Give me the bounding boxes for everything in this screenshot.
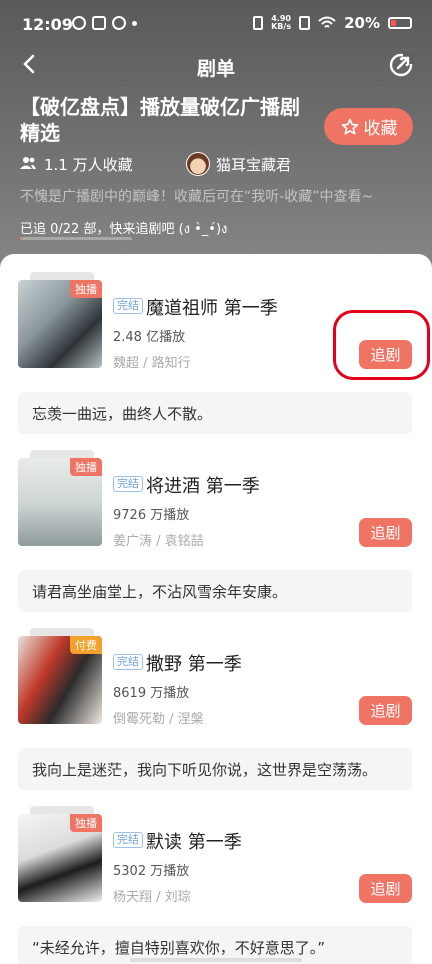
no-sim-icon: [299, 16, 311, 30]
notification-icons: [72, 16, 137, 30]
play-count: 5302 万播放: [113, 864, 190, 879]
completed-badge: 完结: [113, 832, 143, 848]
people-icon: [20, 157, 36, 169]
battery-icon: [388, 17, 412, 29]
cast: 姜广涛 / 袁铭喆: [113, 534, 204, 549]
page-title: 剧单: [196, 58, 235, 80]
sync-icon: [112, 16, 126, 30]
playlist-meta: 1.1 万人收藏 猫耳宝藏君: [20, 152, 420, 176]
battery-percent: 20%: [344, 14, 380, 32]
playlist-title: 【破亿盘点】播放量破亿广播剧精选: [20, 95, 300, 145]
completed-badge: 完结: [113, 298, 143, 314]
wechat-icon: [72, 16, 86, 30]
follow-button[interactable]: 追剧: [359, 518, 412, 547]
exclusive-tag: 独播: [70, 814, 102, 832]
network-speed: 4.90 KB/s: [271, 15, 291, 31]
follow-button[interactable]: 追剧: [359, 874, 412, 903]
completed-badge: 完结: [113, 654, 143, 670]
cover-stack[interactable]: 付费: [18, 628, 102, 724]
play-count: 9726 万播放: [113, 508, 190, 523]
favorite-count: 1.1 万人收藏: [44, 156, 133, 174]
exclusive-tag: 独播: [70, 280, 102, 298]
play-count: 8619 万播放: [113, 686, 190, 701]
highlight-annotation: [333, 310, 430, 380]
drama-title[interactable]: 撒野 第一季: [146, 650, 242, 676]
drama-title[interactable]: 将进酒 第一季: [146, 472, 260, 498]
wifi-icon: [318, 16, 336, 28]
drama-title[interactable]: 魔道祖师 第一季: [146, 294, 278, 320]
app-notification-icon: [92, 16, 106, 30]
playlist-description: 不愧是广播剧中的巅峰！收藏后可在“我听-收藏”中查看~: [20, 189, 374, 205]
cover-image: 独播: [18, 280, 102, 368]
author-name[interactable]: 猫耳宝藏君: [216, 154, 291, 175]
cover-stack[interactable]: 独播: [18, 272, 102, 368]
speed-unit: KB/s: [271, 22, 292, 31]
cover-image: 独播: [18, 458, 102, 546]
vibrate-icon: [253, 16, 264, 30]
list-item[interactable]: 付费 完结 撒野 第一季 8619 万播放 倒霉死勒 / 涅槃 追剧 我向上是迷…: [0, 618, 432, 796]
cast: 倒霉死勒 / 涅槃: [113, 712, 204, 727]
progress-text: 已追 0/22 部，快来追剧吧 (ง •̀_•́)ง: [20, 222, 228, 237]
top-nav: 剧单: [0, 46, 432, 86]
author-avatar[interactable]: [186, 152, 210, 176]
favorite-button[interactable]: 收藏: [324, 108, 413, 145]
completed-badge: 完结: [113, 476, 143, 492]
status-time: 12:09: [22, 15, 73, 34]
drama-quote: 忘羡一曲远，曲终人不散。: [18, 392, 412, 434]
drama-quote: 请君高坐庙堂上，不沾风雪余年安康。: [18, 570, 412, 612]
cover-stack[interactable]: 独播: [18, 806, 102, 902]
progress-fill: [20, 237, 23, 240]
favorite-button-label: 收藏: [363, 119, 398, 139]
follow-button[interactable]: 追剧: [359, 696, 412, 725]
cover-image: 独播: [18, 814, 102, 902]
cast: 魏超 / 路知行: [113, 356, 191, 371]
home-indicator: [130, 958, 302, 962]
play-count: 2.48 亿播放: [113, 330, 186, 345]
drama-title[interactable]: 默读 第一季: [146, 828, 242, 854]
paid-tag: 付费: [70, 636, 102, 654]
progress-bar: [20, 237, 132, 240]
share-icon[interactable]: [388, 52, 414, 78]
status-right: 4.90 KB/s 20%: [253, 14, 412, 32]
more-dot-icon: [132, 21, 137, 26]
list-item[interactable]: 独播 完结 将进酒 第一季 9726 万播放 姜广涛 / 袁铭喆 追剧 请君高坐…: [0, 440, 432, 618]
star-icon: [341, 118, 358, 134]
exclusive-tag: 独播: [70, 458, 102, 476]
cover-image: 付费: [18, 636, 102, 724]
list-item[interactable]: 独播 完结 默读 第一季 5302 万播放 杨天翔 / 刘琮 追剧 “未经允许，…: [0, 796, 432, 964]
drama-quote: 我向上是迷茫，我向下听见你说，这世界是空荡荡。: [18, 748, 412, 790]
cover-stack[interactable]: 独播: [18, 450, 102, 546]
status-bar: 12:09 4.90 KB/s 20%: [0, 0, 432, 46]
cast: 杨天翔 / 刘琮: [113, 890, 191, 905]
